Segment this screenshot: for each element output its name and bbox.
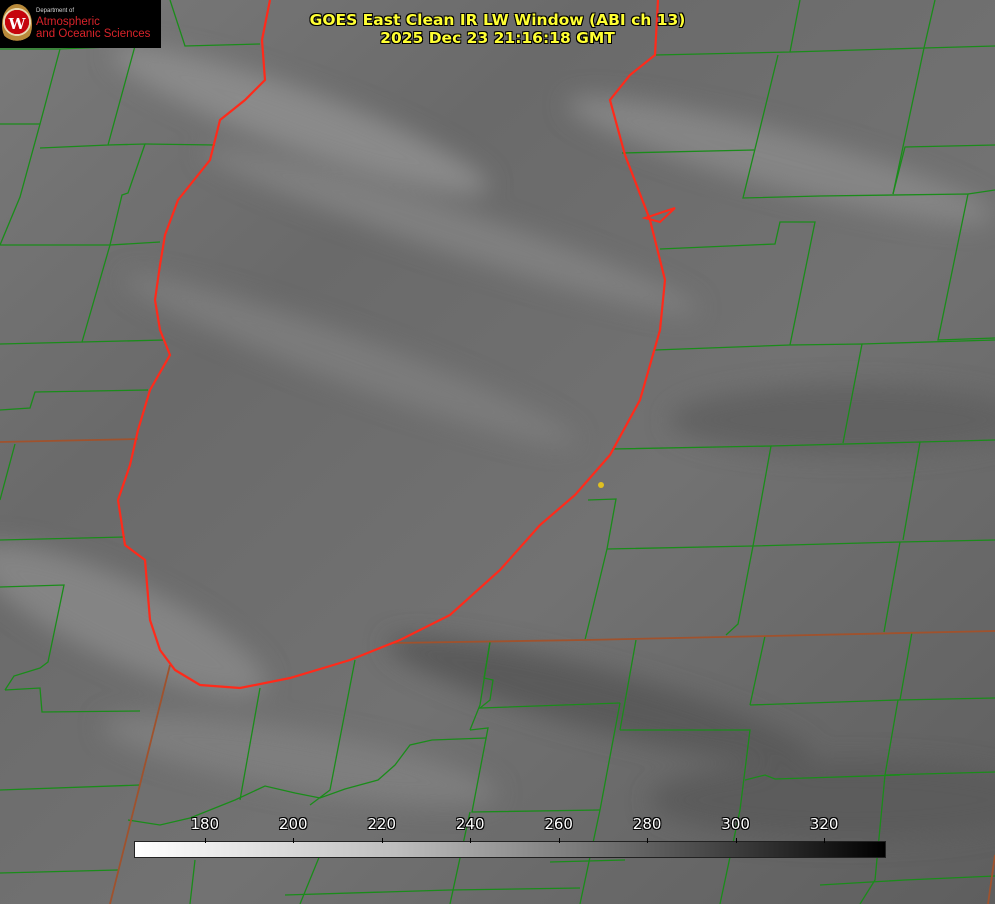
colorbar-tick-label: 180 — [190, 815, 220, 833]
colorbar-tick-mark — [647, 838, 649, 843]
colorbar-tick-label: 260 — [544, 815, 573, 833]
satellite-image-viewer: W Department of Atmospheric and Oceanic … — [0, 0, 995, 904]
ir-satellite-map — [0, 0, 995, 904]
image-title: GOES East Clean IR LW Window (ABI ch 13)… — [0, 11, 995, 47]
colorbar-tick-label: 280 — [632, 815, 662, 833]
title-timestamp: 2025 Dec 23 21:16:18 GMT — [380, 29, 615, 47]
title-product: GOES East Clean IR LW Window (ABI ch 13) — [309, 11, 686, 29]
temperature-colorbar — [134, 838, 886, 858]
colorbar-tick-mark — [293, 838, 295, 843]
colorbar-tick-mark — [735, 838, 737, 843]
colorbar-tick-mark — [204, 838, 206, 843]
location-marker — [598, 482, 604, 488]
colorbar-tick-label: 320 — [809, 815, 839, 833]
colorbar-tick-mark — [470, 838, 472, 843]
colorbar-tick-mark — [381, 838, 383, 843]
colorbar-tick-mark — [824, 838, 826, 843]
colorbar-tick-mark — [558, 838, 560, 843]
colorbar-tick-label: 200 — [278, 815, 308, 833]
colorbar-tick-label: 300 — [721, 815, 750, 833]
colorbar-tick-label: 240 — [455, 815, 485, 833]
colorbar-tick-label: 220 — [367, 815, 397, 833]
